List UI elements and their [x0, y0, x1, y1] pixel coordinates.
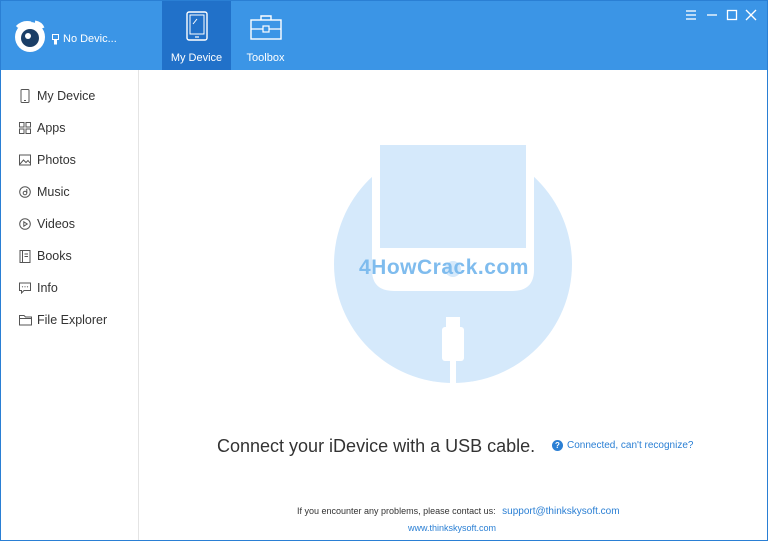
cant-recognize-link[interactable]: ? Connected, can't recognize? — [552, 440, 693, 451]
support-email-link[interactable]: support@thinkskysoft.com — [502, 506, 619, 517]
connect-instruction: Connect your iDevice with a USB cable. — [217, 436, 536, 456]
watermark: 4HowCrack.com — [359, 256, 529, 279]
sidebar-item-apps[interactable]: Apps — [1, 116, 138, 140]
close-icon[interactable] — [744, 8, 758, 22]
minimize-icon[interactable] — [705, 8, 719, 22]
sidebar-item-photos[interactable]: Photos — [1, 148, 138, 172]
title-bar: No Devic... My Device Toolbox — [1, 1, 767, 70]
sidebar-item-label: My Device — [37, 89, 96, 103]
tablet-icon — [185, 11, 208, 41]
sidebar-item-file-explorer[interactable]: File Explorer — [1, 308, 138, 332]
sidebar-item-label: Books — [37, 249, 72, 263]
chat-icon — [19, 282, 31, 294]
sidebar-item-music[interactable]: Music — [1, 180, 138, 204]
book-icon — [19, 249, 31, 263]
app-logo-icon — [15, 20, 45, 52]
contact-line: If you encounter any problems, please co… — [297, 506, 620, 517]
sidebar-item-label: Apps — [37, 121, 66, 135]
device-status-label: No Devic... — [63, 33, 117, 45]
sidebar-item-my-device[interactable]: My Device — [1, 84, 138, 108]
video-icon — [19, 218, 31, 230]
phone-icon — [20, 89, 30, 103]
menu-icon[interactable] — [684, 8, 698, 22]
apps-grid-icon — [19, 122, 31, 134]
sidebar-item-label: Photos — [37, 153, 76, 167]
contact-text: If you encounter any problems, please co… — [297, 506, 496, 516]
usb-plug-icon — [52, 33, 59, 44]
tab-my-device[interactable]: My Device — [162, 1, 231, 70]
tab-my-device-label: My Device — [170, 52, 223, 64]
sidebar-item-books[interactable]: Books — [1, 244, 138, 268]
toolbox-icon — [249, 15, 282, 40]
music-icon — [19, 186, 31, 198]
sidebar-item-label: Info — [37, 281, 58, 295]
image-icon — [19, 154, 31, 166]
tab-toolbox-label: Toolbox — [246, 52, 285, 64]
device-status[interactable]: No Devic... — [51, 33, 117, 45]
app-window: No Devic... My Device Toolbox My Device … — [0, 0, 768, 541]
tab-toolbox[interactable]: Toolbox — [231, 1, 300, 70]
maximize-icon[interactable] — [725, 8, 739, 22]
sidebar-item-label: Videos — [37, 217, 75, 231]
sidebar-item-info[interactable]: Info — [1, 276, 138, 300]
main-content: 4HowCrack.com Connect your iDevice with … — [139, 70, 767, 540]
sidebar-item-label: Music — [37, 185, 70, 199]
folder-icon — [19, 315, 32, 326]
sidebar: My Device Apps Photos Music Videos Books… — [1, 70, 139, 540]
sidebar-item-videos[interactable]: Videos — [1, 212, 138, 236]
sidebar-item-label: File Explorer — [37, 313, 108, 327]
help-link-label: Connected, can't recognize? — [567, 440, 694, 451]
website-link[interactable]: www.thinkskysoft.com — [408, 523, 496, 533]
question-icon: ? — [552, 440, 563, 451]
